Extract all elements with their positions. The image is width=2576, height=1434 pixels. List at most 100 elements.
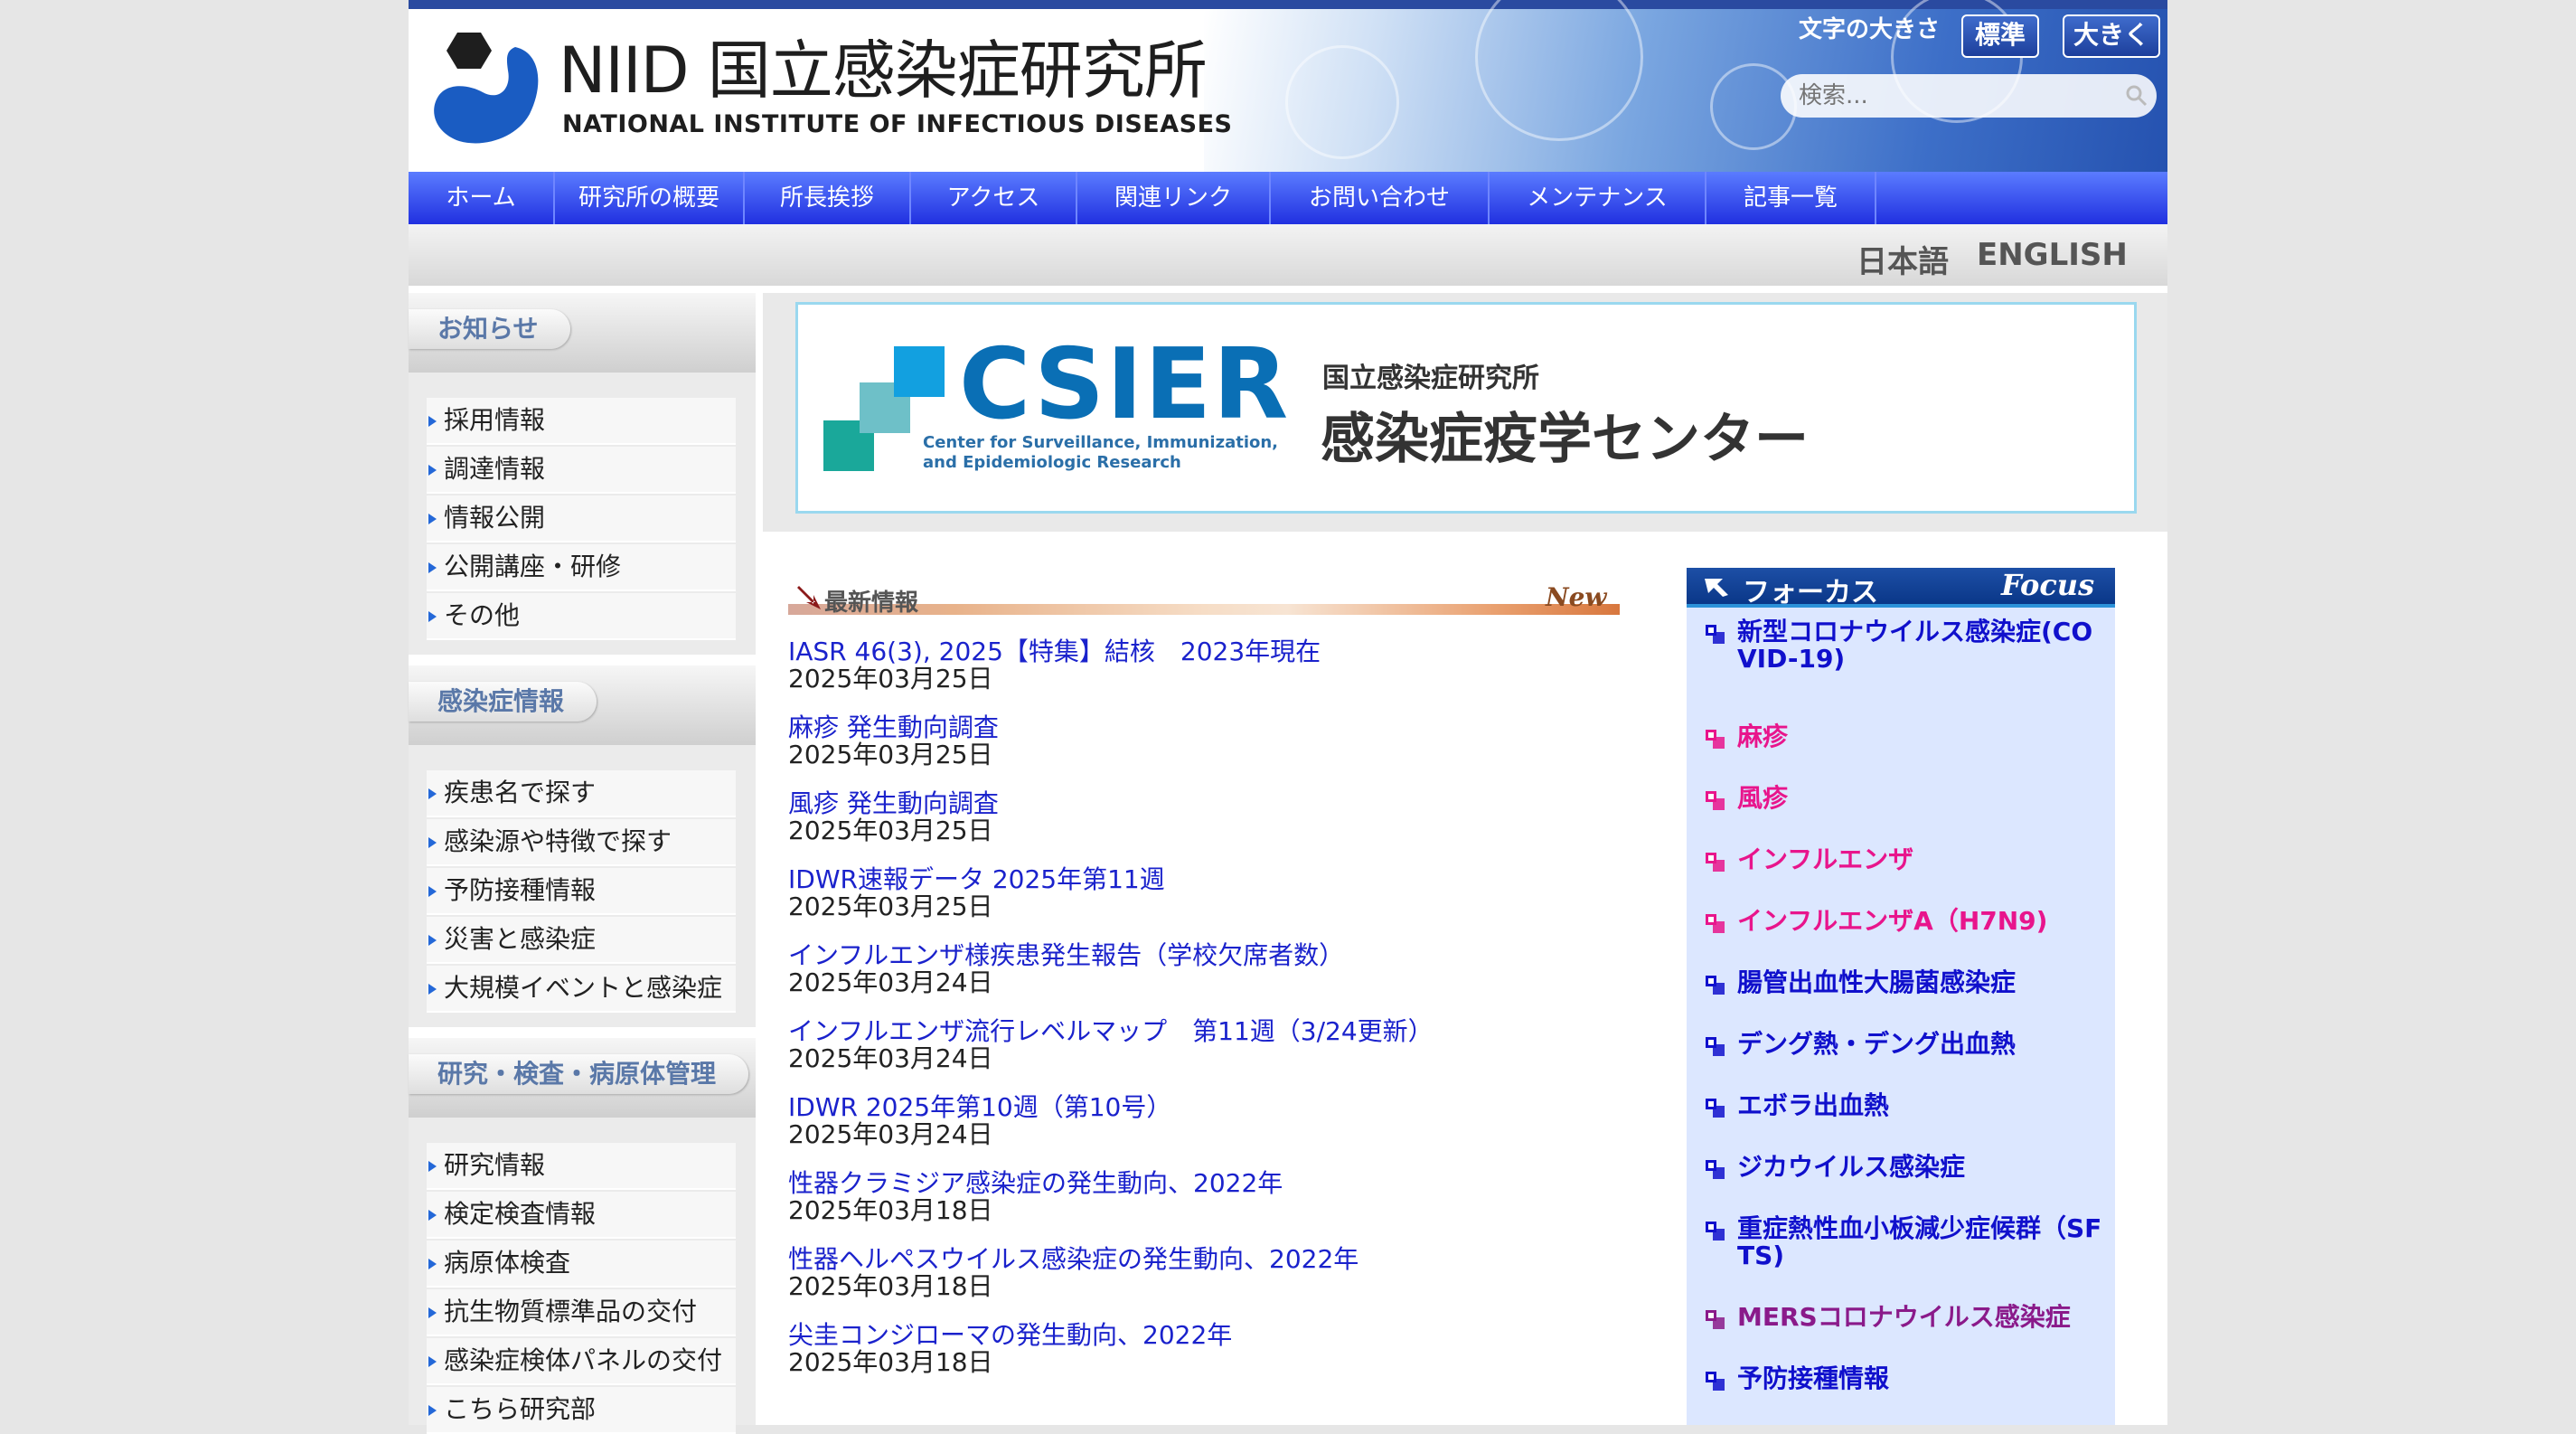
sidebar-item-disclosure[interactable]: 情報公開: [427, 495, 736, 542]
bullet-arrow-icon: [428, 1307, 437, 1318]
news-item-link[interactable]: 風疹 発生動向調査: [788, 790, 1656, 817]
sidebar-item-other[interactable]: その他: [427, 593, 736, 640]
sidebar-item-pathogen-test[interactable]: 病原体検査: [427, 1241, 736, 1288]
language-japanese-link[interactable]: 日本語: [1857, 237, 1949, 281]
bullet-arrow-icon: [428, 562, 437, 573]
sidebar-item-search-by-source[interactable]: 感染源や特徴で探す: [427, 819, 736, 866]
sidebar-item-assay-info[interactable]: 検定検査情報: [427, 1192, 736, 1239]
csier-title: CSIER: [959, 328, 1291, 441]
niid-logo-icon: [434, 33, 539, 144]
font-size-label: 文字の大きさ: [1799, 16, 1941, 43]
news-item: 性器クラミジア感染症の発生動向、2022年 2025年03月18日: [788, 1170, 1656, 1224]
sidebar-item-antibiotic-standard[interactable]: 抗生物質標準品の交付: [427, 1289, 736, 1336]
focus-item-label: 新型コロナウイルス感染症(COVID-19): [1737, 617, 2093, 674]
bullet-arrow-icon: [428, 837, 437, 848]
bullet-square-icon: [1706, 1222, 1725, 1241]
news-item-link[interactable]: IASR 46(3), 2025【特集】結核 2023年現在: [788, 638, 1656, 665]
focus-item-label: エボラ出血熱: [1737, 1090, 1890, 1120]
bullet-arrow-icon: [428, 1356, 437, 1367]
news-item-link[interactable]: 尖圭コンジローマの発生動向、2022年: [788, 1322, 1656, 1349]
font-size-standard-button[interactable]: 標準: [1961, 14, 2039, 58]
bullet-square-icon: [1706, 1310, 1725, 1329]
sidebar-item-label: 公開講座・研修: [444, 552, 622, 581]
sidebar-item-recruitment[interactable]: 採用情報: [427, 398, 736, 445]
banner-area: CSIER Center for Surveillance, Immunizat…: [763, 293, 2167, 532]
focus-panel: フォーカス Focus 新型コロナウイルス感染症(COVID-19) 麻疹 風疹 イン…: [1687, 568, 2115, 1425]
csier-banner[interactable]: CSIER Center for Surveillance, Immunizat…: [795, 302, 2137, 514]
bullet-arrow-icon: [428, 465, 437, 476]
news-item-link[interactable]: 性器ヘルペスウイルス感染症の発生動向、2022年: [788, 1246, 1656, 1273]
sidebar-item-research-info[interactable]: 研究情報: [427, 1143, 736, 1190]
news-item-date: 2025年03月25日: [788, 664, 993, 693]
news-item-date: 2025年03月18日: [788, 1271, 993, 1301]
nav-article-list[interactable]: 記事一覧: [1706, 172, 1876, 224]
sidebar-item-search-by-disease[interactable]: 疾患名で探す: [427, 770, 736, 817]
news-item-date: 2025年03月25日: [788, 816, 993, 845]
sidebar-item-label: 感染症検体パネルの交付: [444, 1345, 723, 1375]
news-title: 最新情報: [824, 590, 919, 617]
news-item-link[interactable]: IDWR速報データ 2025年第11週: [788, 866, 1656, 893]
nav-director-greeting[interactable]: 所長挨拶: [745, 172, 911, 224]
csier-institute-name: 国立感染症研究所: [1322, 363, 1539, 394]
focus-title: フォーカス: [1743, 577, 1878, 609]
bullet-arrow-icon: [428, 1259, 437, 1269]
news-item: IDWR 2025年第10週（第10号） 2025年03月24日: [788, 1094, 1656, 1148]
bullet-square-icon: [1706, 1372, 1725, 1391]
sidebar-item-specimen-panel[interactable]: 感染症検体パネルの交付: [427, 1338, 736, 1385]
news-item-link[interactable]: インフルエンザ流行レベルマップ 第11週（3/24更新）: [788, 1018, 1656, 1045]
news-item-link[interactable]: 性器クラミジア感染症の発生動向、2022年: [788, 1170, 1656, 1197]
main-navigation: ホーム 研究所の概要 所長挨拶 アクセス 関連リンク お問い合わせ メンテナンス…: [409, 172, 2167, 224]
news-item: 麻疹 発生動向調査 2025年03月25日: [788, 714, 1656, 769]
sidebar-item-research-dept[interactable]: こちら研究部: [427, 1387, 736, 1434]
focus-title-english: Focus: [2001, 568, 2095, 602]
focus-item-label: インフルエンザ: [1737, 844, 1914, 874]
sidebar-item-mass-events[interactable]: 大規模イベントと感染症: [427, 966, 736, 1013]
search-icon[interactable]: [2124, 83, 2149, 108]
sidebar-item-label: 採用情報: [444, 405, 546, 435]
nav-access[interactable]: アクセス: [911, 172, 1077, 224]
news-item: IASR 46(3), 2025【特集】結核 2023年現在 2025年03月2…: [788, 638, 1656, 693]
focus-item-label: 予防接種情報: [1737, 1363, 1890, 1393]
nav-links[interactable]: 関連リンク: [1077, 172, 1271, 224]
bullet-arrow-icon: [428, 611, 437, 622]
csier-center-name: 感染症疫学センター: [1321, 408, 1809, 471]
sidebar-item-label: 研究情報: [444, 1150, 546, 1180]
nav-about[interactable]: 研究所の概要: [555, 172, 745, 224]
sidebar-section-body: 採用情報 調達情報 情報公開 公開講座・研修 その他: [409, 373, 756, 655]
sidebar-section-body: 研究情報 検定検査情報 病原体検査 抗生物質標準品の交付 感染症検体パネルの交付…: [409, 1118, 756, 1434]
focus-header: フォーカス Focus: [1687, 568, 2115, 609]
bullet-square-icon: [1706, 914, 1725, 933]
focus-item-label: 腸管出血性大腸菌感染症: [1737, 967, 2017, 997]
nav-maintenance[interactable]: メンテナンス: [1490, 172, 1706, 224]
sidebar-item-label: その他: [444, 600, 521, 630]
news-item-link[interactable]: IDWR 2025年第10週（第10号）: [788, 1094, 1656, 1121]
sidebar-item-disaster[interactable]: 災害と感染症: [427, 917, 736, 964]
font-size-large-button[interactable]: 大きく: [2063, 14, 2160, 58]
sidebar-section-header-infectious-info: 感染症情報: [409, 665, 756, 745]
header-top-line: [409, 0, 2167, 9]
sidebar-item-vaccination[interactable]: 予防接種情報: [427, 868, 736, 915]
sidebar-item-lectures[interactable]: 公開講座・研修: [427, 544, 736, 591]
search-input[interactable]: [1781, 74, 2157, 118]
language-english-link[interactable]: ENGLISH: [1977, 237, 2128, 273]
sidebar-item-label: 検定検査情報: [444, 1199, 597, 1229]
nav-contact[interactable]: お問い合わせ: [1271, 172, 1490, 224]
sidebar-item-procurement[interactable]: 調達情報: [427, 447, 736, 494]
sidebar-item-label: 災害と感染症: [444, 924, 597, 954]
focus-item-label: デング熱・デング出血熱: [1737, 1029, 2017, 1059]
focus-item-label: 麻疹: [1737, 722, 1789, 751]
sidebar-item-label: 疾患名で探す: [444, 778, 597, 807]
bullet-square-icon: [1706, 1160, 1725, 1179]
bullet-square-icon: [1706, 1099, 1725, 1118]
news-item: 尖圭コンジローマの発生動向、2022年 2025年03月18日: [788, 1322, 1656, 1376]
news-new-label: New: [1546, 582, 1607, 612]
nav-home[interactable]: ホーム: [409, 172, 555, 224]
news-item-link[interactable]: 麻疹 発生動向調査: [788, 714, 1656, 741]
news-item-date: 2025年03月25日: [788, 740, 993, 769]
bullet-square-icon: [1706, 976, 1725, 995]
news-item-link[interactable]: インフルエンザ様疾患発生報告（学校欠席者数）: [788, 942, 1656, 969]
news-item-date: 2025年03月25日: [788, 892, 993, 921]
news-item: インフルエンザ様疾患発生報告（学校欠席者数） 2025年03月24日: [788, 942, 1656, 996]
bullet-arrow-icon: [428, 886, 437, 897]
focus-item-label: インフルエンザA（H7N9): [1737, 906, 2048, 936]
